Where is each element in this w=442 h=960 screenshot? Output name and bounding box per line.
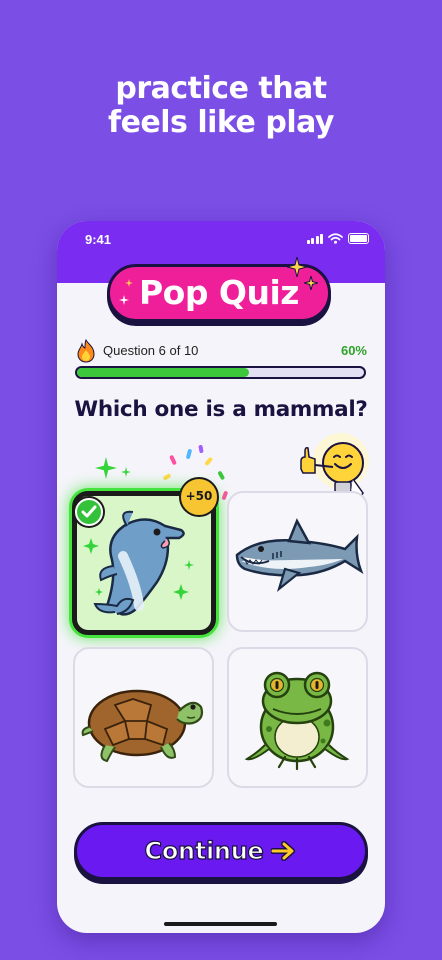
signal-icon [306,233,323,244]
progress-bar [75,366,366,379]
answer-option-shark[interactable] [227,491,368,632]
arrow-right-icon [271,841,296,861]
sparkle-icon [121,467,131,477]
sparkle-icon [95,457,117,479]
fire-icon [77,339,95,363]
continue-label: Continue [144,836,264,865]
question-text: Which one is a mammal? [74,397,368,422]
frog-icon [244,671,350,771]
status-icons [306,233,369,244]
shark-icon [235,518,364,593]
tagline: practice that feels like play [0,72,442,140]
status-time: 9:41 [85,232,112,247]
answer-option-turtle[interactable] [73,647,214,788]
battery-icon [348,233,369,244]
answer-option-frog[interactable] [227,647,368,788]
wifi-icon [328,233,343,244]
progress-fill [77,368,250,377]
question-counter: Question 6 of 10 [103,343,199,358]
progress-row: Question 6 of 10 60% [75,339,367,363]
sparkle-icon [125,279,133,287]
home-indicator [164,922,277,926]
continue-button[interactable]: Continue [74,822,368,880]
reward-coin: +50 [179,477,219,517]
turtle-icon [81,689,204,763]
check-icon [75,498,103,526]
tagline-line-2: feels like play [108,105,334,140]
tagline-line-1: practice that [115,71,327,106]
sparkle-icon [287,257,307,277]
sparkle-icon [119,295,129,305]
phone-frame: 9:41 Pop Quiz Question 6 of 10 60% Which… [57,221,385,933]
sparkle-icon [304,276,318,290]
progress-percent: 60% [340,343,367,358]
